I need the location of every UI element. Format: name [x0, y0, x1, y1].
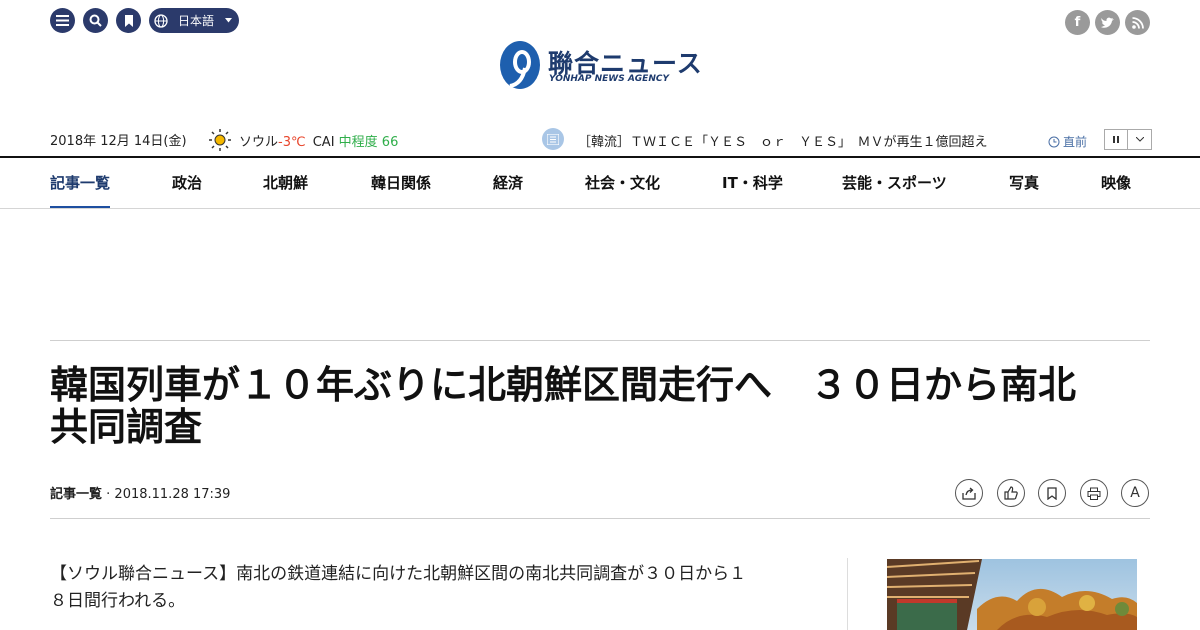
- article-lead-line: ８日間行われる。: [50, 591, 186, 611]
- bookmark-outline-icon: [1047, 486, 1057, 500]
- weather-city: ソウル: [239, 135, 279, 150]
- yonhap-logo-mark: [500, 41, 540, 89]
- chevron-down-icon: [1135, 137, 1144, 142]
- article-category[interactable]: 記事一覧: [50, 487, 102, 502]
- search-button[interactable]: [83, 8, 108, 33]
- nav-item-politics[interactable]: 政治: [172, 158, 202, 208]
- bookmark-article-button[interactable]: [1038, 479, 1066, 507]
- sun-icon: [209, 129, 231, 151]
- share-button[interactable]: [955, 479, 983, 507]
- sidebar-photo[interactable]: [887, 559, 1137, 630]
- article-title: 韓国列車が１０年ぶりに北朝鮮区間走行へ ３０日から南北 共同調査: [50, 364, 1150, 448]
- print-button[interactable]: [1080, 479, 1108, 507]
- rss-icon: [1131, 16, 1144, 29]
- menu-button[interactable]: [50, 8, 75, 33]
- printer-icon: [1087, 487, 1101, 500]
- weather-temp: -3℃: [278, 135, 306, 150]
- font-size-label: A: [1130, 485, 1140, 501]
- article-title-line: 共同調査: [50, 405, 203, 449]
- ticker-expand-button[interactable]: [1128, 129, 1152, 150]
- weather-info: ソウル-3℃ CAI 中程度 66: [239, 131, 398, 150]
- bookmark-icon: [124, 14, 133, 27]
- latest-news-link[interactable]: 直前: [1048, 133, 1087, 150]
- article-lead-line: 【ソウル聯合ニュース】南北の鉄道連結に向けた北朝鮮区間の南北共同調査が３０日から…: [50, 564, 747, 584]
- nav-item-videos[interactable]: 映像: [1101, 158, 1131, 208]
- nav-divider: [0, 208, 1200, 209]
- nav-item-society-culture[interactable]: 社会・文化: [585, 158, 660, 208]
- yonhap-logo[interactable]: 聯合ニュース YONHAP NEWS AGENCY: [498, 40, 708, 92]
- nav-item-economy[interactable]: 経済: [493, 158, 523, 208]
- language-selector[interactable]: 日本語: [149, 8, 239, 33]
- article-top-divider: [50, 340, 1150, 341]
- clock-icon: [1048, 136, 1060, 147]
- article-title-line: 韓国列車が１０年ぶりに北朝鮮区間走行へ ３０日から南北: [50, 363, 1077, 407]
- article-lead: 【ソウル聯合ニュース】南北の鉄道連結に向けた北朝鮮区間の南北共同調査が３０日から…: [50, 561, 820, 615]
- nav-item-entertainment-sports[interactable]: 芸能・スポーツ: [842, 158, 947, 208]
- current-date: 2018年 12月 14日(金): [50, 134, 187, 149]
- nav-item-korea-japan[interactable]: 韓日関係: [371, 158, 431, 208]
- globe-icon: [154, 13, 168, 28]
- menu-icon: [56, 15, 69, 26]
- language-label: 日本語: [178, 14, 215, 28]
- article-datetime: 2018.11.28 17:39: [114, 487, 231, 502]
- caret-down-icon: [225, 18, 233, 23]
- latest-label: 直前: [1063, 135, 1088, 149]
- twitter-icon: [1100, 17, 1114, 28]
- share-icon: [962, 486, 976, 500]
- cai-label: CAI: [312, 135, 335, 150]
- article-meta-divider: [50, 518, 1150, 519]
- facebook-icon: f: [1074, 15, 1081, 30]
- cai-value: 中程度 66: [338, 135, 399, 150]
- ticker-pause-button[interactable]: [1104, 129, 1128, 150]
- nav-item-north-korea[interactable]: 北朝鮮: [263, 158, 308, 208]
- thumbs-up-icon: [1004, 486, 1018, 500]
- news-ticker-headline[interactable]: ［韓流］ＴＷＩＣＥ「ＹＥＳ ｏｒ ＹＥＳ」 ＭＶが再生１億回超え: [578, 131, 988, 150]
- article-meta: 記事一覧 · 2018.11.28 17:39: [50, 487, 231, 502]
- column-divider: [847, 558, 848, 630]
- logo-subtext: YONHAP NEWS AGENCY: [549, 74, 669, 84]
- like-button[interactable]: [997, 479, 1025, 507]
- pause-icon: [1113, 136, 1119, 143]
- twitter-button[interactable]: [1095, 10, 1120, 35]
- search-icon: [89, 14, 102, 27]
- facebook-button[interactable]: f: [1065, 10, 1090, 35]
- nav-item-it-science[interactable]: IT・科学: [722, 158, 783, 208]
- nav-item-photos[interactable]: 写真: [1009, 158, 1039, 208]
- news-ticker-icon: [542, 128, 564, 150]
- nav-item-article-list[interactable]: 記事一覧: [50, 158, 111, 208]
- rss-button[interactable]: [1125, 10, 1150, 35]
- font-size-button[interactable]: A: [1121, 479, 1149, 507]
- bookmark-button[interactable]: [116, 8, 141, 33]
